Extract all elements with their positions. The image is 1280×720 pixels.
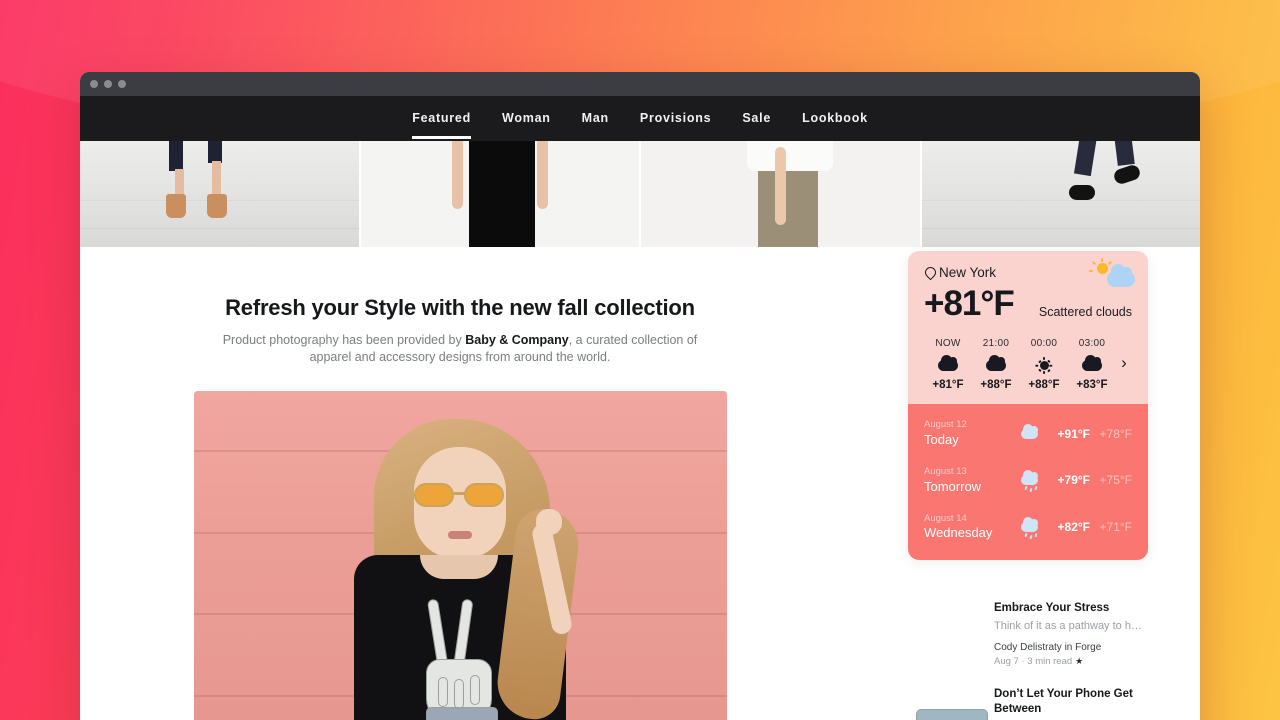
hourly-temp: +83°F [1076,379,1108,392]
nav-item-featured[interactable]: Featured [412,98,471,139]
location-pin-icon [924,267,935,278]
weather-condition: Scattered clouds [1038,305,1132,320]
article-meta-text: Aug 7 · 3 min read [994,655,1073,667]
feature-photo[interactable] [193,391,727,720]
hero-pane-1[interactable] [80,141,361,247]
sun-icon [1020,354,1068,376]
forecast-day: Today [924,432,959,448]
cloud-icon [1012,423,1046,439]
article-title[interactable]: Embrace Your Stress [994,601,1148,617]
hourly-item-2100[interactable]: 21:00 +88°F [972,338,1020,391]
forecast-high: +79°F [1057,473,1090,488]
hourly-time: 03:00 [1078,338,1106,350]
nav-item-lookbook[interactable]: Lookbook [802,98,868,139]
skeleton-peace-hand-graphic [418,598,504,720]
page-title: Refresh your Style with the new fall col… [225,295,695,320]
sun-behind-cloud-icon [1089,258,1135,289]
article-description: Think of it as a pathway to happiness, r… [994,619,1148,632]
weather-widget[interactable]: New York +81°F Scattered clouds NOW +81°… [908,251,1148,561]
nav-item-man[interactable]: Man [582,98,609,139]
hero-image-strip [80,141,1200,247]
nav-item-sale[interactable]: Sale [742,98,771,139]
hourly-time: 21:00 [982,338,1010,350]
cloud-icon [972,354,1020,376]
sun-behind-cloud-icon [924,354,972,376]
forecast-row-tomorrow[interactable]: August 13 Tomorrow +79°F +75°F [924,457,1132,504]
hero-pane-4[interactable] [921,141,1200,247]
forecast-low: +75°F [1099,473,1132,488]
subtitle-brand-link[interactable]: Baby & Company [465,333,569,347]
page-subtitle: Product photography has been provided by… [214,332,706,366]
cloud-moon-icon [1068,354,1116,376]
hourly-time: NOW [935,338,961,350]
model-figure [310,413,610,720]
weather-city-label: New York [939,265,997,280]
weather-temperature: +81°F [924,284,1015,323]
hourly-time: 00:00 [1030,338,1058,350]
forecast-date: August 14 [924,512,967,524]
rain-cloud-icon [1012,470,1046,493]
weather-forecast-list: August 12 Today +91°F +78°F August 13 To… [908,404,1148,561]
list-item[interactable]: Embrace Your Stress Think of it as a pat… [908,593,1148,720]
forecast-date: August 12 [924,419,967,431]
hourly-item-0000[interactable]: 00:00 +88°F [1020,338,1068,391]
hourly-item-0300[interactable]: 03:00 +83°F [1068,338,1116,391]
nav-item-woman[interactable]: Woman [502,98,551,139]
article-meta: Aug 7 · 3 min read ★ [994,656,1148,667]
hourly-temp: +88°F [980,379,1012,392]
star-icon: ★ [1075,655,1084,666]
forecast-day: Wednesday [924,525,993,541]
sunglasses-icon [414,483,506,508]
sidebar-column: New York +81°F Scattered clouds NOW +81°… [840,247,1200,720]
hourly-temp: +88°F [1028,379,1060,392]
close-icon[interactable] [90,80,98,88]
hourly-temp: +81°F [932,379,964,392]
forecast-high: +82°F [1057,519,1090,534]
forecast-day: Tomorrow [924,478,982,494]
forecast-date: August 13 [924,465,967,477]
nav-item-provisions[interactable]: Provisions [640,98,711,139]
forecast-row-today[interactable]: August 12 Today +91°F +78°F [924,410,1132,457]
article-author[interactable]: Cody Delistraty in Forge [994,642,1148,653]
rain-cloud-icon [1012,516,1046,540]
hourly-item-now[interactable]: NOW +81°F [924,338,972,391]
chevron-right-icon[interactable]: › [1116,354,1132,375]
page-body: Refresh your Style with the new fall col… [80,247,1200,720]
window-titlebar [80,72,1200,96]
browser-window: Featured Woman Man Provisions Sale Lookb… [80,72,1200,720]
forecast-low: +71°F [1099,519,1132,534]
forecast-high: +91°F [1057,426,1090,441]
article-title[interactable]: Don’t Let Your Phone Get Between [994,687,1148,718]
maximize-icon[interactable] [118,80,126,88]
forecast-low: +78°F [1099,426,1132,441]
subtitle-text-before: Product photography has been provided by [222,333,466,347]
article-list: Embrace Your Stress Think of it as a pat… [908,593,1148,720]
minimize-icon[interactable] [104,80,112,88]
main-column: Refresh your Style with the new fall col… [80,247,840,720]
weather-current: New York +81°F Scattered clouds NOW +81°… [908,251,1148,405]
forecast-row-wednesday[interactable]: August 14 Wednesday +82°F +71°F [924,504,1132,551]
weather-hourly-row: NOW +81°F 21:00 +88°F 00:00 +88°F 03:00 … [924,338,1132,391]
site-nav: Featured Woman Man Provisions Sale Lookb… [80,96,1200,141]
hero-pane-2[interactable] [360,141,641,247]
article-thumbnail [916,709,988,720]
hero-pane-3[interactable] [641,141,922,247]
